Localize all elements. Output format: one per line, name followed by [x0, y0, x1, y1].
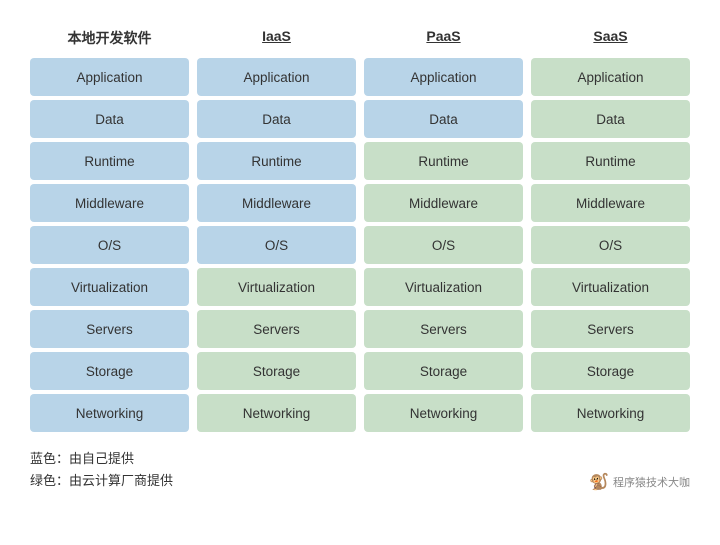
cell-paas-8: Networking [364, 394, 523, 432]
footer: 蓝色：由自己提供绿色：由云计算厂商提供 🐒程序猿技术大咖 [30, 448, 690, 492]
cell-on-prem-1: Data [30, 100, 189, 138]
cell-saas-6: Servers [531, 310, 690, 348]
cell-iaas-7: Storage [197, 352, 356, 390]
column-iaas: Application Data Runtime Middleware O/S Virtu… [197, 58, 356, 432]
cell-paas-3: Middleware [364, 184, 523, 222]
cell-iaas-2: Runtime [197, 142, 356, 180]
cell-iaas-8: Networking [197, 394, 356, 432]
cell-paas-1: Data [364, 100, 523, 138]
cell-on-prem-5: Virtualization [30, 268, 189, 306]
cell-iaas-6: Servers [197, 310, 356, 348]
cell-iaas-3: Middleware [197, 184, 356, 222]
cell-paas-7: Storage [364, 352, 523, 390]
legend-green: 绿色：由云计算厂商提供 [30, 470, 173, 492]
cell-paas-5: Virtualization [364, 268, 523, 306]
cell-iaas-5: Virtualization [197, 268, 356, 306]
watermark-icon: 🐒 [589, 472, 609, 492]
grid-area: ApplicationDataRuntimeMiddlewareO/SVirtu… [30, 58, 690, 432]
cell-paas-0: Application [364, 58, 523, 96]
cell-saas-8: Networking [531, 394, 690, 432]
cell-on-prem-8: Networking [30, 394, 189, 432]
cell-on-prem-7: Storage [30, 352, 189, 390]
col-header-0: 本地开发软件 [30, 28, 189, 48]
cell-saas-3: Middleware [531, 184, 690, 222]
column-paas: Application Data Runtime Middleware O/S Virtu… [364, 58, 523, 432]
cell-on-prem-4: O/S [30, 226, 189, 264]
col-header-1: IaaS [197, 28, 356, 48]
cell-iaas-0: Application [197, 58, 356, 96]
main-container: 本地开发软件IaaSPaaSSaaSApplicationDataRuntime… [30, 20, 690, 492]
cell-paas-4: O/S [364, 226, 523, 264]
column-on-prem: Application Data Runtime Middleware O/S Virtu… [30, 58, 189, 432]
cell-on-prem-2: Runtime [30, 142, 189, 180]
cell-saas-1: Data [531, 100, 690, 138]
cell-paas-2: Runtime [364, 142, 523, 180]
column-saas: Application Data Runtime Middleware O/S Virtu… [531, 58, 690, 432]
legend: 蓝色：由自己提供绿色：由云计算厂商提供 [30, 448, 173, 492]
cell-saas-7: Storage [531, 352, 690, 390]
watermark: 🐒程序猿技术大咖 [589, 472, 690, 492]
cell-paas-6: Servers [364, 310, 523, 348]
cell-iaas-1: Data [197, 100, 356, 138]
cell-saas-4: O/S [531, 226, 690, 264]
col-header-2: PaaS [364, 28, 523, 48]
col-header-3: SaaS [531, 28, 690, 48]
cell-saas-5: Virtualization [531, 268, 690, 306]
cell-saas-0: Application [531, 58, 690, 96]
legend-blue: 蓝色：由自己提供 [30, 448, 173, 470]
cell-on-prem-3: Middleware [30, 184, 189, 222]
watermark-text: 程序猿技术大咖 [613, 474, 690, 490]
cell-on-prem-0: Application [30, 58, 189, 96]
cell-on-prem-6: Servers [30, 310, 189, 348]
cell-saas-2: Runtime [531, 142, 690, 180]
cell-iaas-4: O/S [197, 226, 356, 264]
